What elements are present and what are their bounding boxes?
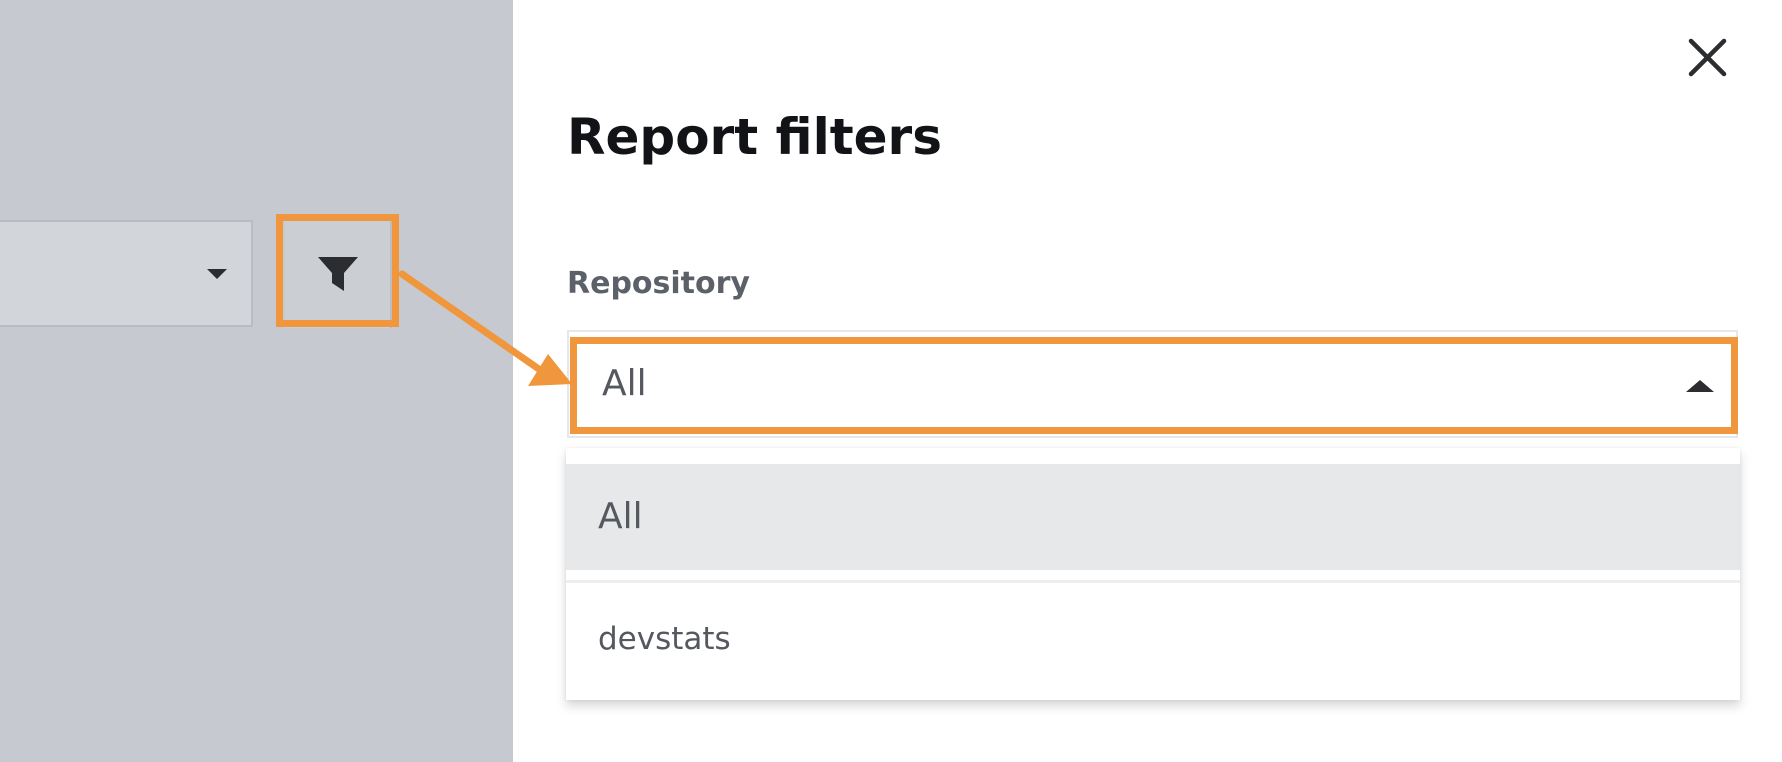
repository-options-list: All devstats — [566, 448, 1740, 700]
page-dropdown-select[interactable] — [0, 220, 253, 327]
repository-selected-value: All — [602, 363, 647, 404]
close-drawer-button[interactable] — [1685, 35, 1730, 80]
repository-option-all[interactable]: All — [566, 464, 1740, 570]
dimmed-app-backdrop[interactable] — [0, 0, 513, 762]
screen: Report filters Repository All All devsta… — [0, 0, 1782, 762]
caret-down-icon — [207, 269, 227, 279]
open-filters-button[interactable] — [285, 221, 392, 328]
repository-option-devstats[interactable]: devstats — [566, 583, 1740, 695]
close-icon — [1688, 38, 1727, 77]
repository-select[interactable]: All — [567, 330, 1738, 438]
filter-funnel-icon — [318, 257, 358, 291]
caret-up-icon — [1686, 380, 1714, 392]
repository-label: Repository — [567, 266, 750, 301]
drawer-title: Report filters — [567, 108, 942, 166]
